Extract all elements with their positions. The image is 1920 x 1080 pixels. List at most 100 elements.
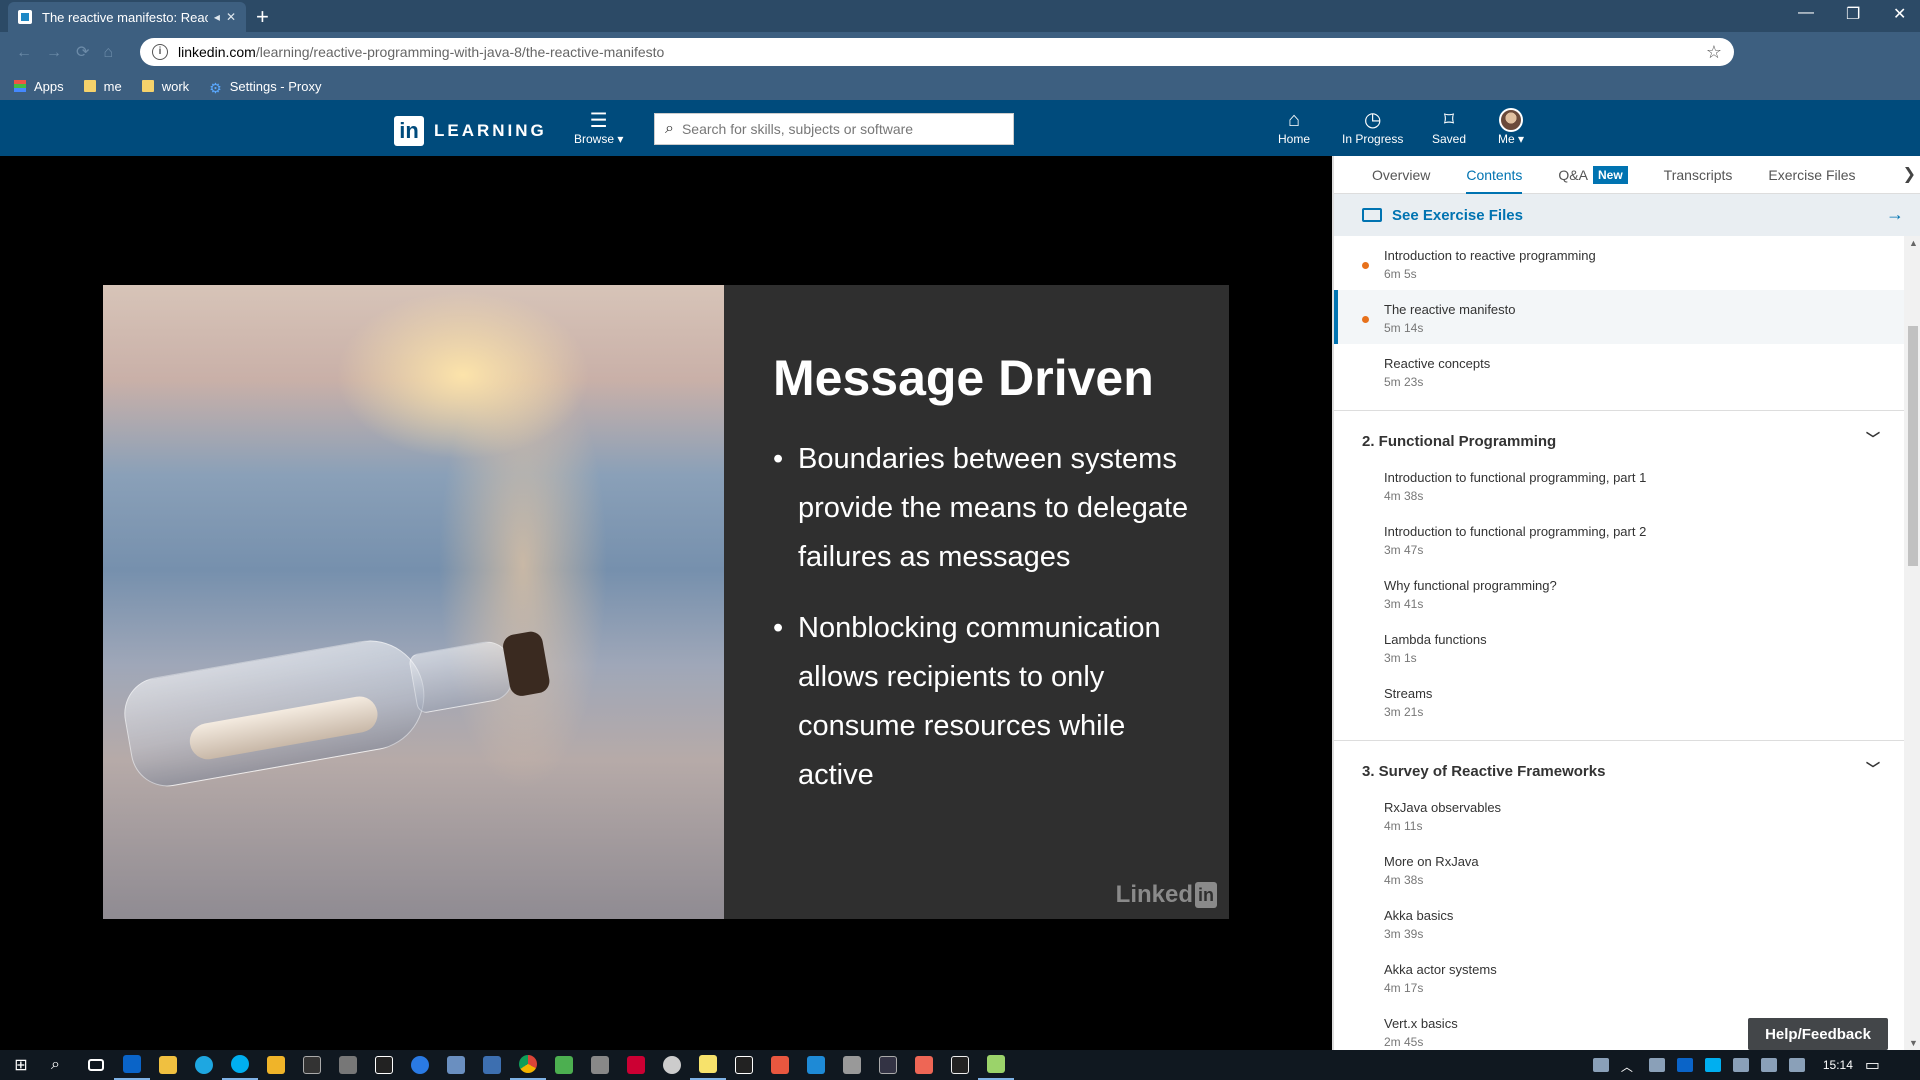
outlook-icon[interactable] [114, 1050, 150, 1080]
back-icon[interactable]: ← [16, 44, 46, 61]
search-input[interactable] [681, 121, 1013, 137]
list-item[interactable]: Streams 3m 21s [1334, 674, 1904, 728]
nav-in-progress[interactable]: ◷ In Progress [1342, 108, 1403, 146]
scrollbar-thumb[interactable] [1908, 326, 1918, 566]
see-exercise-files-link[interactable]: See Exercise Files → [1334, 194, 1920, 236]
linkedin-learning-logo[interactable]: in LEARNING [394, 116, 547, 146]
list-item-current[interactable]: The reactive manifesto 5m 14s [1334, 290, 1904, 344]
list-item[interactable]: Introduction to reactive programming 6m … [1334, 236, 1904, 290]
bottle-neck [407, 637, 517, 715]
notifications-icon[interactable]: ▭ [1865, 1055, 1880, 1075]
task-view-icon[interactable] [78, 1050, 114, 1080]
bookmark-me[interactable]: me [83, 79, 122, 94]
list-item[interactable]: Akka actor systems 4m 17s [1334, 950, 1904, 1004]
sticky-notes-icon[interactable] [690, 1050, 726, 1080]
tray-app-icon[interactable] [1648, 1058, 1665, 1072]
battery-icon[interactable] [1732, 1058, 1749, 1072]
site-info-icon[interactable]: i [152, 44, 168, 60]
search-icon[interactable]: ⌕ [42, 1050, 78, 1080]
tabs-scroll-right-icon[interactable]: ❯ [1903, 164, 1916, 184]
section-header-reactive-frameworks[interactable]: 3. Survey of Reactive Frameworks ﹀ [1334, 740, 1904, 788]
app-icon[interactable] [654, 1050, 690, 1080]
address-bar[interactable]: i linkedin.com/learning/reactive-program… [140, 38, 1734, 66]
chevron-down-icon[interactable]: ﹀ [1866, 759, 1880, 779]
app-icon[interactable] [474, 1050, 510, 1080]
list-menu-icon: ☰ [589, 110, 608, 132]
list-item[interactable]: RxJava observables 4m 11s [1334, 788, 1904, 842]
tab-transcripts[interactable]: Transcripts [1664, 156, 1733, 194]
browse-menu-button[interactable]: ☰ Browse ▾ [574, 110, 623, 146]
vscode-icon[interactable] [798, 1050, 834, 1080]
bookmark-work[interactable]: work [141, 79, 189, 94]
app-icon[interactable] [762, 1050, 798, 1080]
app-icon[interactable] [546, 1050, 582, 1080]
scroll-up-icon[interactable]: ▲ [1909, 238, 1918, 248]
list-item[interactable]: Reactive concepts 5m 23s [1334, 344, 1904, 398]
reload-icon[interactable]: ⟳ [76, 44, 103, 61]
message-in-bottle-photo [103, 285, 724, 919]
list-item[interactable]: Akka basics 3m 39s [1334, 896, 1904, 950]
nav-label: In Progress [1342, 132, 1404, 146]
app-icon[interactable] [906, 1050, 942, 1080]
skype-tray-icon[interactable] [1704, 1058, 1721, 1072]
app-icon[interactable] [942, 1050, 978, 1080]
windows-start-icon[interactable]: ⊞ [0, 1050, 42, 1080]
app-icon[interactable] [870, 1050, 906, 1080]
linkedin-watermark: Linked in [1116, 881, 1217, 909]
forward-icon[interactable]: → [46, 44, 76, 61]
tab-overview[interactable]: Overview [1372, 156, 1430, 194]
intellij-icon[interactable] [366, 1050, 402, 1080]
taskbar-clock[interactable]: 15:14 [1823, 1058, 1853, 1072]
volume-icon[interactable] [1788, 1058, 1805, 1072]
chevron-up-icon[interactable]: ︿ [1621, 1058, 1637, 1074]
section-header-functional-programming[interactable]: 2. Functional Programming ﹀ [1334, 410, 1904, 458]
chevron-down-icon[interactable]: ﹀ [1866, 429, 1880, 449]
nav-saved[interactable]: ⌑ Saved [1432, 108, 1466, 146]
chrome-icon[interactable] [510, 1050, 546, 1080]
list-item[interactable]: More on RxJava 4m 38s [1334, 842, 1904, 896]
nav-me[interactable]: Me ▾ [1498, 108, 1524, 146]
notepad-icon[interactable] [978, 1050, 1014, 1080]
nav-home[interactable]: ⌂ Home [1278, 108, 1310, 146]
virtualbox-icon[interactable] [438, 1050, 474, 1080]
tab-close-icon[interactable]: ✕ [226, 10, 236, 24]
window-close-icon[interactable]: ✕ [1893, 4, 1906, 24]
help-feedback-button[interactable]: Help/Feedback [1748, 1018, 1888, 1050]
internet-explorer-icon[interactable] [186, 1050, 222, 1080]
app-icon[interactable] [402, 1050, 438, 1080]
tab-qa[interactable]: Q&A New [1558, 156, 1628, 194]
search-box[interactable]: ⌕ [654, 113, 1014, 145]
terminal-icon[interactable] [294, 1050, 330, 1080]
list-item[interactable]: Introduction to functional programming, … [1334, 458, 1904, 512]
list-item[interactable]: Lambda functions 3m 1s [1334, 620, 1904, 674]
bookmark-apps[interactable]: Apps [14, 79, 64, 94]
app-icon[interactable] [726, 1050, 762, 1080]
file-explorer-icon[interactable] [150, 1050, 186, 1080]
home-icon[interactable]: ⌂ [103, 44, 127, 61]
app-icon[interactable] [834, 1050, 870, 1080]
browser-tab-active[interactable]: The reactive manifesto: Reac ◂ ✕ [8, 2, 246, 32]
contents-scrollbar[interactable]: ▲ ▼ [1904, 236, 1920, 1050]
restore-icon[interactable]: ❐ [1846, 4, 1860, 24]
address-url[interactable]: linkedin.com/learning/reactive-programmi… [178, 44, 1706, 60]
people-icon[interactable] [1592, 1058, 1609, 1072]
app-icon[interactable] [330, 1050, 366, 1080]
network-icon[interactable] [1760, 1058, 1777, 1072]
tab-contents[interactable]: Contents [1466, 156, 1523, 194]
app-icon[interactable] [582, 1050, 618, 1080]
list-item[interactable]: Introduction to functional programming, … [1334, 512, 1904, 566]
bookmark-settings-proxy[interactable]: ⚙ Settings - Proxy [209, 79, 321, 97]
minimize-icon[interactable]: — [1798, 4, 1814, 22]
list-item[interactable]: Why functional programming? 3m 41s [1334, 566, 1904, 620]
bookmark-icon: ⌑ [1443, 109, 1455, 131]
video-player[interactable]: Message Driven Boundaries between system… [0, 156, 1332, 1050]
new-tab-button[interactable]: + [256, 4, 269, 30]
outlook-tray-icon[interactable] [1676, 1058, 1693, 1072]
bookmark-star-icon[interactable]: ☆ [1706, 42, 1722, 63]
skype-icon[interactable] [222, 1050, 258, 1080]
tab-exercise-files[interactable]: Exercise Files [1768, 156, 1855, 194]
tab-audio-icon[interactable]: ◂ [214, 10, 220, 24]
app-icon[interactable] [618, 1050, 654, 1080]
git-icon[interactable] [258, 1050, 294, 1080]
scroll-down-icon[interactable]: ▼ [1909, 1038, 1918, 1048]
